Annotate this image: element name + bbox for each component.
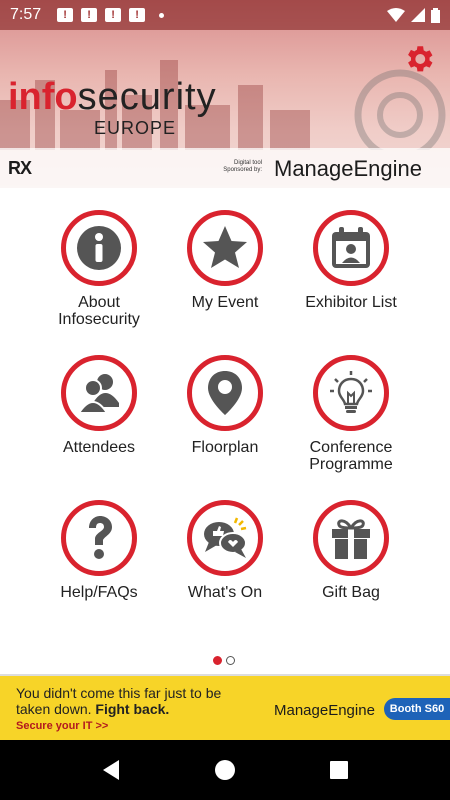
notification-icon: ! xyxy=(81,8,98,22)
map-pin-icon xyxy=(208,371,242,415)
logo-europe-text: EUROPE xyxy=(94,118,177,138)
tile-exhibitor-list[interactable]: Exhibitor List xyxy=(281,210,421,311)
notification-icon: ! xyxy=(105,8,122,22)
ad-brand-logo: ManageEngine xyxy=(274,702,375,719)
tile-icon-circle xyxy=(61,500,137,576)
ad-line1: You didn't come this far just to be xyxy=(16,685,222,701)
tile-help-faqs[interactable]: Help/FAQs xyxy=(29,500,169,601)
question-icon xyxy=(89,516,112,559)
ad-line2: taken down. Fight back. xyxy=(16,701,169,717)
tile-label: What's On xyxy=(187,584,263,601)
tile-label: My Event xyxy=(191,294,259,311)
battery-icon xyxy=(431,7,440,23)
chat-bubbles-icon xyxy=(204,517,247,558)
logo-security-text: security xyxy=(77,76,217,118)
notification-icon: ! xyxy=(57,8,74,22)
notification-icons: ! ! ! ! xyxy=(57,8,165,22)
ad-banner[interactable]: You didn't come this far just to be take… xyxy=(0,676,450,740)
system-nav-bar xyxy=(0,740,450,800)
tile-icon-circle xyxy=(313,500,389,576)
people-icon xyxy=(77,374,119,414)
tile-icon-circle xyxy=(187,500,263,576)
tile-label: About Infosecurity xyxy=(58,294,140,328)
tile-label: Help/FAQs xyxy=(60,584,138,601)
system-icons xyxy=(387,7,440,23)
page-indicator xyxy=(213,656,235,665)
rx-logo: RX xyxy=(8,158,32,178)
tile-label: Exhibitor List xyxy=(305,294,397,311)
tile-icon-circle xyxy=(313,210,389,286)
booth-badge: Booth S60 xyxy=(384,698,450,720)
notification-icon: ! xyxy=(129,8,146,22)
calendar-person-icon xyxy=(332,227,370,268)
status-bar: 7:57 ! ! ! ! xyxy=(0,0,450,30)
tile-gift-bag[interactable]: Gift Bag xyxy=(281,500,421,601)
tile-about-infosecurity[interactable]: About Infosecurity xyxy=(29,210,169,328)
logo-info-text: info xyxy=(8,76,78,118)
tile-icon-circle xyxy=(187,210,263,286)
tile-icon-circle xyxy=(313,355,389,431)
home-icon[interactable] xyxy=(213,758,237,782)
lightbulb-icon xyxy=(330,371,372,413)
star-icon xyxy=(203,226,247,268)
tile-icon-circle xyxy=(61,355,137,431)
info-icon xyxy=(77,226,121,270)
tile-conference-programme[interactable]: Conference Programme xyxy=(281,355,421,473)
back-icon[interactable] xyxy=(99,758,123,782)
tile-label: Conference Programme xyxy=(309,439,393,473)
manageengine-logo: ManageEngine xyxy=(274,156,423,181)
more-notifications-dot-icon xyxy=(159,12,165,18)
tile-label: Attendees xyxy=(62,439,136,456)
status-time: 7:57 xyxy=(10,6,42,23)
sponsor-caption: Digital tool Sponsored by: xyxy=(223,160,262,173)
tile-my-event[interactable]: My Event xyxy=(155,210,295,311)
gift-icon xyxy=(332,519,370,559)
tile-floorplan[interactable]: Floorplan xyxy=(155,355,295,456)
tile-label: Gift Bag xyxy=(322,584,380,601)
wifi-icon xyxy=(387,8,405,22)
settings-gear-icon[interactable] xyxy=(402,42,436,76)
signal-icon xyxy=(411,8,425,22)
tile-icon-circle xyxy=(61,210,137,286)
page-dot-active[interactable] xyxy=(213,656,222,665)
ad-line2-bold: Fight back. xyxy=(95,701,170,717)
tile-label: Floorplan xyxy=(191,439,259,456)
ad-cta-link[interactable]: Secure your IT >> xyxy=(16,720,108,732)
infosecurity-logo: info security xyxy=(8,76,217,119)
ad-line2-text: taken down. xyxy=(16,701,96,717)
recents-icon[interactable] xyxy=(327,758,351,782)
tile-whats-on[interactable]: What's On xyxy=(155,500,295,601)
tile-icon-circle xyxy=(187,355,263,431)
page-dot[interactable] xyxy=(226,656,235,665)
tile-attendees[interactable]: Attendees xyxy=(29,355,169,456)
